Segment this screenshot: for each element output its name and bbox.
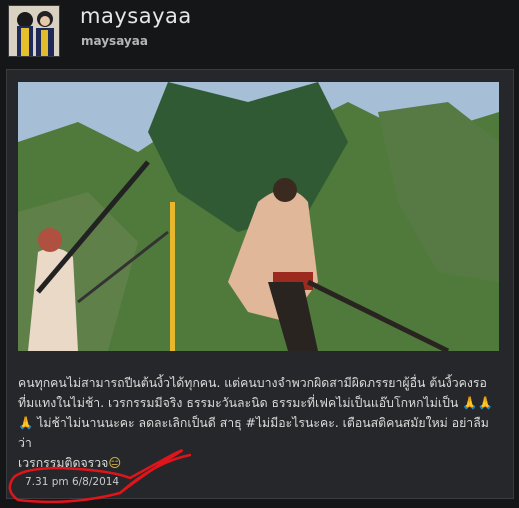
pray-icon: 🙏	[477, 396, 493, 410]
pray-icon: 🙏	[18, 416, 34, 430]
post-photo[interactable]	[18, 82, 499, 351]
caption-line: ที่มแทงในไม่ช้า. เวรกรรมมีจริง ธรรมะวันล…	[18, 396, 493, 410]
caption-line: 🙏 ไม่ช้าไม่นานนะคะ ลดละเลิกเป็นดี สาธุ #…	[18, 416, 489, 450]
caption-line: คนทุกคนไม่สามารถปีนต้นงิ้วได้ทุกคน. แต่ค…	[18, 376, 487, 390]
username-handle[interactable]: maysayaa	[81, 34, 148, 48]
expressionless-face-icon: 😑	[108, 456, 122, 470]
avatar[interactable]	[8, 5, 60, 57]
display-name[interactable]: maysayaa	[80, 4, 192, 28]
profile-header: maysayaa maysayaa	[0, 0, 519, 72]
post-caption: คนทุกคนไม่สามารถปีนต้นงิ้วได้ทุกคน. แต่ค…	[18, 373, 496, 473]
post-timestamp[interactable]: 7.31 pm 6/8/2014	[25, 476, 119, 488]
pray-icon: 🙏	[462, 396, 478, 410]
caption-line: เวรกรรมติดจรวจ😑	[18, 456, 122, 470]
post-card: คนทุกคนไม่สามารถปีนต้นงิ้วได้ทุกคน. แต่ค…	[6, 69, 514, 499]
